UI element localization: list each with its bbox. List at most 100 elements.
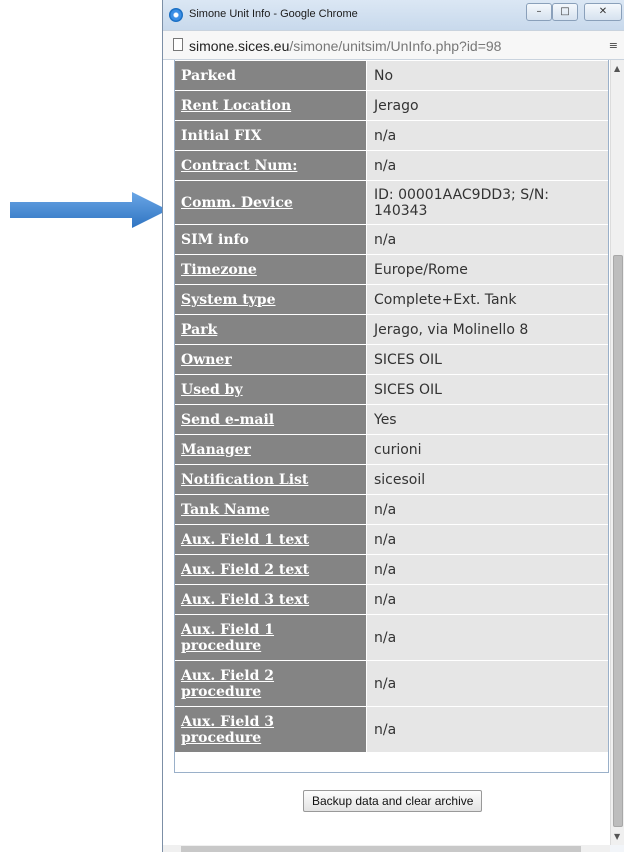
row-value: n/a <box>366 555 609 584</box>
row-label-cell: Owner <box>174 345 366 374</box>
row-label-link[interactable]: Comm. Device <box>181 195 293 211</box>
minimize-button[interactable]: – <box>526 3 552 21</box>
row-label-link[interactable]: Contract Num: <box>181 158 297 174</box>
row-label-link[interactable]: Tank Name <box>181 502 270 518</box>
row-label-cell: Aux. Field 2 procedure <box>174 661 366 706</box>
row-value: n/a <box>366 151 609 180</box>
row-label-cell: Notification List <box>174 465 366 494</box>
row-value: Complete+Ext. Tank <box>366 285 609 314</box>
row-label-link[interactable]: Rent Location <box>181 98 291 114</box>
title-bar[interactable]: Simone Unit Info - Google Chrome – □ ✕ <box>163 0 624 30</box>
browser-window: Simone Unit Info - Google Chrome – □ ✕ s… <box>162 0 624 852</box>
row-value: SICES OIL <box>366 375 609 404</box>
url-path: /simone/unitsim/UnInfo.php?id=98 <box>289 38 502 54</box>
row-label-link[interactable]: Timezone <box>181 262 257 278</box>
row-value: n/a <box>366 707 609 752</box>
table-row: Aux. Field 1 text n/a <box>174 525 609 554</box>
row-label-cell: Comm. Device <box>174 181 366 224</box>
vertical-scroll-thumb[interactable] <box>613 255 623 827</box>
row-value: ID: 00001AAC9DD3; S/N: 140343 <box>366 181 609 224</box>
row-value: Jerago <box>366 91 609 120</box>
chrome-icon <box>169 8 183 22</box>
row-label-cell: Rent Location <box>174 91 366 120</box>
row-label-cell: Tank Name <box>174 495 366 524</box>
table-row: Contract Num: n/a <box>174 151 609 180</box>
row-label-link[interactable]: Aux. Field 2 procedure <box>181 668 274 700</box>
row-value: SICES OIL <box>366 345 609 374</box>
row-label-cell: Park <box>174 315 366 344</box>
url-host: simone.sices.eu <box>189 38 290 54</box>
row-label-cell: Used by <box>174 375 366 404</box>
row-label: Parked <box>181 67 236 84</box>
row-value: sicesoil <box>366 465 609 494</box>
scroll-down-icon[interactable]: ▼ <box>614 832 620 841</box>
backup-clear-archive-button[interactable]: Backup data and clear archive <box>303 790 483 812</box>
row-label-cell: Send e-mail <box>174 405 366 434</box>
row-label-cell: Aux. Field 1 text <box>174 525 366 554</box>
table-row: Aux. Field 3 text n/a <box>174 585 609 614</box>
row-label-link[interactable]: Aux. Field 1 procedure <box>181 622 274 654</box>
maximize-button[interactable]: □ <box>552 3 578 21</box>
table-row: Initial FIX n/a <box>174 121 609 150</box>
table-row: Aux. Field 1 procedure n/a <box>174 615 609 660</box>
row-label-cell: Aux. Field 2 text <box>174 555 366 584</box>
url-text[interactable]: simone.sices.eu/simone/unitsim/UnInfo.ph… <box>189 38 501 54</box>
row-label-cell: Initial FIX <box>174 121 366 150</box>
row-label-link[interactable]: System type <box>181 292 276 308</box>
table-row: Rent Location Jerago <box>174 91 609 120</box>
horizontal-scroll-thumb[interactable] <box>181 846 581 852</box>
table-row: Owner SICES OIL <box>174 345 609 374</box>
row-label-link[interactable]: Notification List <box>181 472 308 488</box>
row-label-cell: Parked <box>174 61 366 90</box>
row-value: n/a <box>366 225 609 254</box>
table-row: Tank Name n/a <box>174 495 609 524</box>
table-row: System type Complete+Ext. Tank <box>174 285 609 314</box>
table-row: Used by SICES OIL <box>174 375 609 404</box>
row-value: No <box>366 61 609 90</box>
row-label-cell: Contract Num: <box>174 151 366 180</box>
horizontal-scrollbar[interactable] <box>163 845 610 852</box>
row-label-cell: Aux. Field 1 procedure <box>174 615 366 660</box>
row-label-link[interactable]: Used by <box>181 382 243 398</box>
table-row: Park Jerago, via Molinello 8 <box>174 315 609 344</box>
table-row: Aux. Field 2 text n/a <box>174 555 609 584</box>
row-label-link[interactable]: Owner <box>181 352 232 368</box>
row-label-link[interactable]: Aux. Field 1 text <box>181 532 309 548</box>
row-value: n/a <box>366 121 609 150</box>
vertical-scrollbar[interactable]: ▲ ▼ <box>610 60 624 845</box>
row-label-link[interactable]: Aux. Field 2 text <box>181 562 309 578</box>
row-label-cell: Aux. Field 3 procedure <box>174 707 366 752</box>
table-row: SIM info n/a <box>174 225 609 254</box>
address-bar[interactable]: simone.sices.eu/simone/unitsim/UnInfo.ph… <box>163 30 624 60</box>
close-button[interactable]: ✕ <box>584 3 622 21</box>
annotation-arrow-icon <box>10 192 168 228</box>
table-row: Timezone Europe/Rome <box>174 255 609 284</box>
row-label-cell: System type <box>174 285 366 314</box>
row-label-link[interactable]: Manager <box>181 442 251 458</box>
row-label-cell: Timezone <box>174 255 366 284</box>
row-label-link[interactable]: Send e-mail <box>181 412 274 428</box>
table-row: Notification List sicesoil <box>174 465 609 494</box>
row-value: Jerago, via Molinello 8 <box>366 315 609 344</box>
row-label: Initial FIX <box>181 127 262 144</box>
table-row: Aux. Field 2 procedure n/a <box>174 661 609 706</box>
row-label-link[interactable]: Park <box>181 322 217 338</box>
page-icon <box>173 38 183 51</box>
page-content: Parked No Rent Location Jerago Initial FIX n/… <box>163 60 610 845</box>
translate-icon[interactable]: ≡ <box>609 39 618 52</box>
row-label-link[interactable]: Aux. Field 3 text <box>181 592 309 608</box>
row-label-cell: SIM info <box>174 225 366 254</box>
row-label-link[interactable]: Aux. Field 3 procedure <box>181 714 274 746</box>
row-value: Europe/Rome <box>366 255 609 284</box>
row-label-cell: Manager <box>174 435 366 464</box>
window-title: Simone Unit Info - Google Chrome <box>189 8 358 20</box>
row-value: curioni <box>366 435 609 464</box>
row-value: n/a <box>366 661 609 706</box>
table-row: Comm. Device ID: 00001AAC9DD3; S/N: 14034… <box>174 181 609 224</box>
row-value: n/a <box>366 495 609 524</box>
table-row: Manager curioni <box>174 435 609 464</box>
row-value: n/a <box>366 585 609 614</box>
table-row: Aux. Field 3 procedure n/a <box>174 707 609 752</box>
scroll-up-icon[interactable]: ▲ <box>614 64 620 73</box>
row-value: Yes <box>366 405 609 434</box>
